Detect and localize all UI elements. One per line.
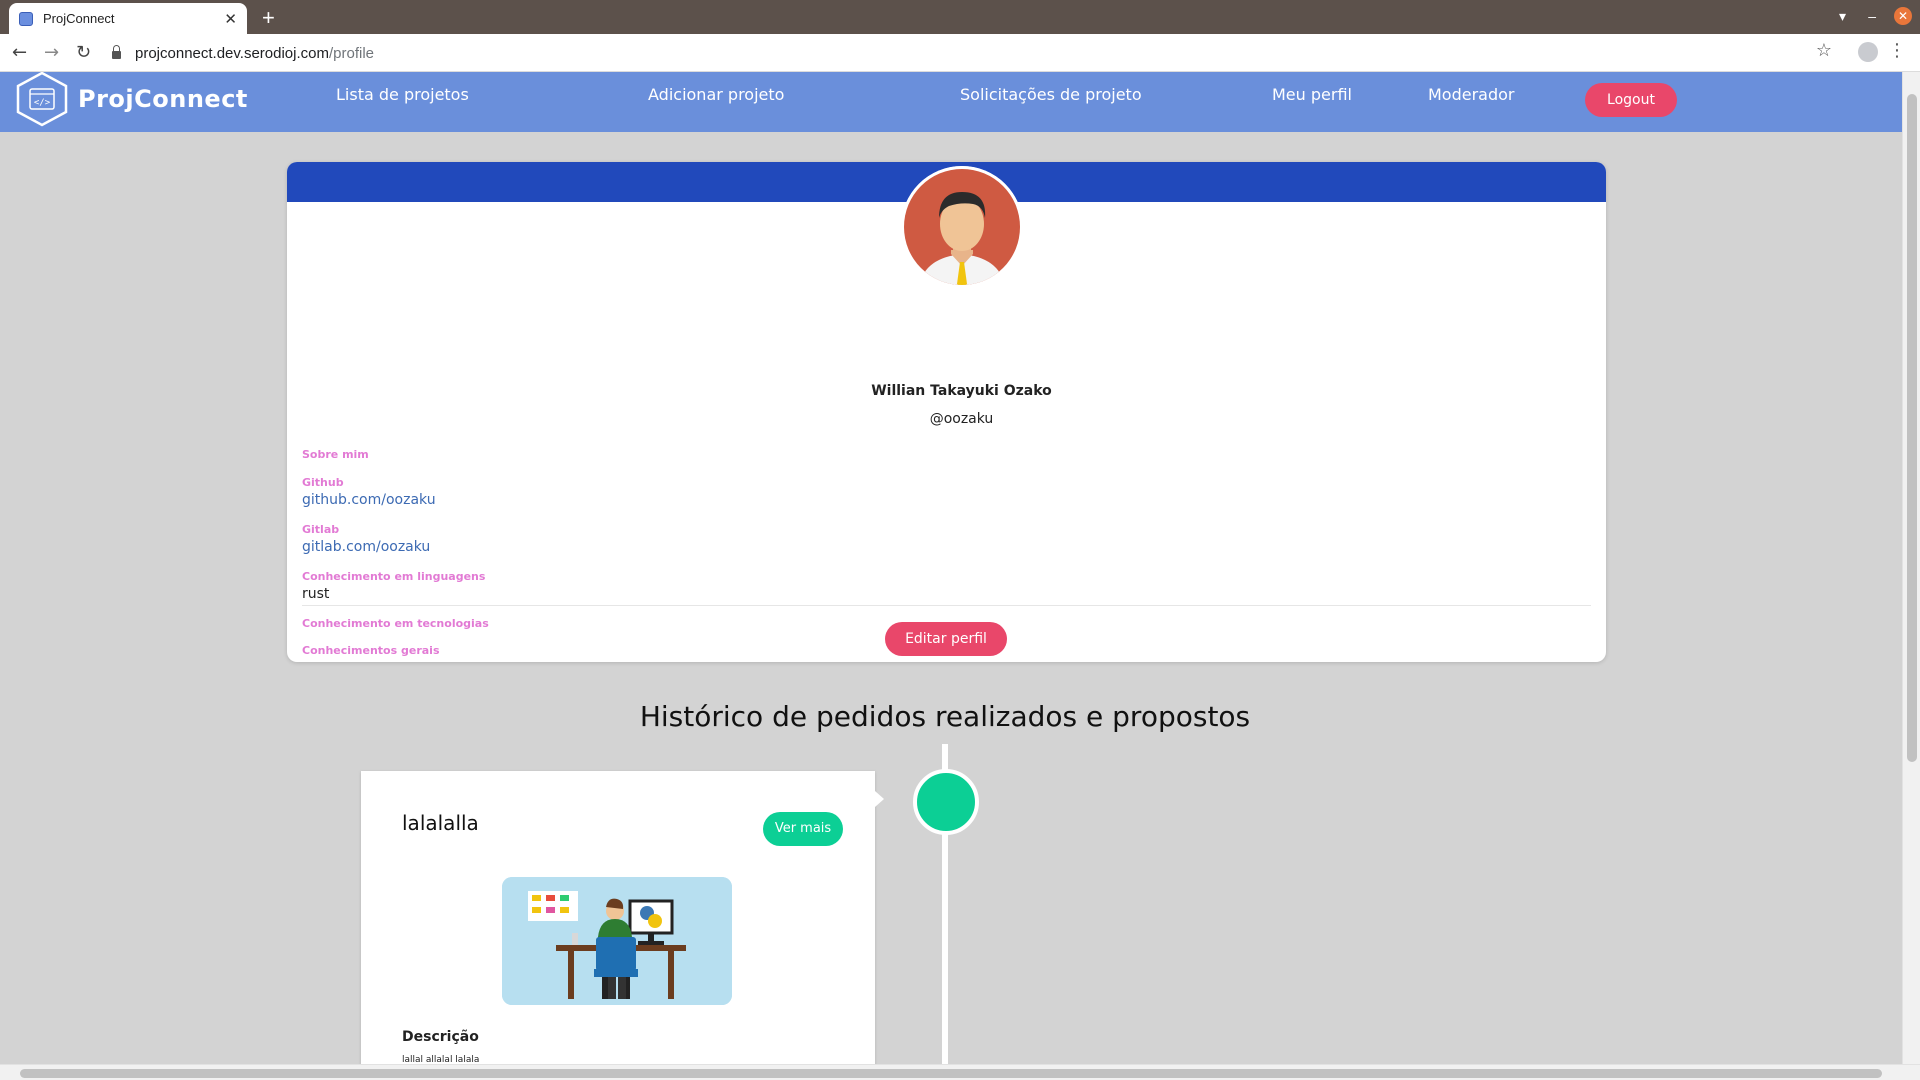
technologies-label: Conhecimento em tecnologias [302, 617, 489, 630]
edit-profile-button[interactable]: Editar perfil [885, 622, 1007, 656]
address-bar[interactable]: projconnect.dev.serodioj.com/profile [112, 40, 1812, 66]
logout-button[interactable]: Logout [1585, 83, 1677, 117]
window-close-icon[interactable]: ✕ [1894, 7, 1912, 25]
browser-tab[interactable]: ProjConnect ✕ [9, 3, 247, 34]
page-viewport: </> ProjConnect Lista de projetos Adicio… [0, 72, 1920, 1068]
back-icon[interactable]: ← [12, 42, 27, 63]
history-item-card: lalalalla Ver mais Descrição lallal alla… [361, 771, 884, 1068]
gitlab-link[interactable]: gitlab.com/oozaku [302, 539, 430, 555]
minimize-icon[interactable]: – [1868, 8, 1876, 24]
app-navbar: </> ProjConnect Lista de projetos Adicio… [0, 72, 1902, 132]
close-tab-icon[interactable]: ✕ [224, 10, 237, 28]
timeline-dot [913, 769, 979, 835]
url-path: /profile [329, 44, 375, 62]
nav-adicionar-projeto[interactable]: Adicionar projeto [648, 85, 784, 104]
logo-hexagon-icon: </> [16, 72, 68, 127]
nav-meu-perfil[interactable]: Meu perfil [1272, 85, 1352, 104]
svg-text:</>: </> [34, 98, 51, 108]
ver-mais-button[interactable]: Ver mais [763, 812, 843, 846]
profile-card: Willian Takayuki Ozako @oozaku Sobre mim… [287, 162, 1606, 662]
nav-moderador[interactable]: Moderador [1428, 85, 1515, 104]
url-host: projconnect.dev.serodioj.com [135, 44, 329, 62]
languages-value: rust [302, 586, 330, 602]
github-link[interactable]: github.com/oozaku [302, 492, 436, 508]
brand-name: ProjConnect [78, 85, 248, 113]
card-divider [302, 605, 1591, 606]
description-label: Descrição [402, 1029, 479, 1045]
lock-icon[interactable] [112, 45, 121, 59]
nav-solicitacoes-projeto[interactable]: Solicitações de projeto [960, 85, 1142, 104]
github-label: Github [302, 476, 344, 489]
browser-tab-bar: ProjConnect ✕ + ▾ – □ ✕ [0, 0, 1920, 34]
vertical-scrollbar-thumb[interactable] [1907, 94, 1917, 762]
horizontal-scrollbar[interactable] [0, 1064, 1920, 1080]
nav-lista-projetos[interactable]: Lista de projetos [336, 85, 469, 104]
tab-title: ProjConnect [43, 11, 115, 26]
languages-label: Conhecimento em linguagens [302, 570, 486, 583]
user-avatar [901, 166, 1023, 288]
tab-search-icon[interactable]: ▾ [1839, 8, 1846, 25]
vertical-scrollbar[interactable] [1902, 72, 1920, 1068]
gitlab-label: Gitlab [302, 523, 340, 536]
general-knowledge-label: Conhecimentos gerais [302, 644, 440, 657]
profile-name: Willian Takayuki Ozako [871, 383, 1052, 399]
new-tab-icon[interactable]: + [262, 5, 275, 31]
profile-avatar-icon[interactable] [1858, 42, 1878, 62]
history-title: Histórico de pedidos realizados e propos… [639, 700, 1251, 733]
project-illustration [502, 877, 732, 1005]
project-title: lalalalla [402, 811, 479, 835]
profile-username: @oozaku [929, 411, 994, 427]
browser-toolbar: ← → ↻ projconnect.dev.serodioj.com/profi… [0, 34, 1920, 72]
reload-icon[interactable]: ↻ [76, 42, 91, 63]
about-label: Sobre mim [302, 448, 369, 461]
brand-logo[interactable]: </> ProjConnect [14, 72, 248, 128]
bookmark-star-icon[interactable]: ☆ [1816, 40, 1832, 61]
favicon-icon [19, 11, 33, 26]
kebab-menu-icon[interactable]: ⋮ [1888, 40, 1906, 61]
horizontal-scrollbar-thumb[interactable] [20, 1069, 1882, 1078]
forward-icon[interactable]: → [44, 42, 59, 63]
